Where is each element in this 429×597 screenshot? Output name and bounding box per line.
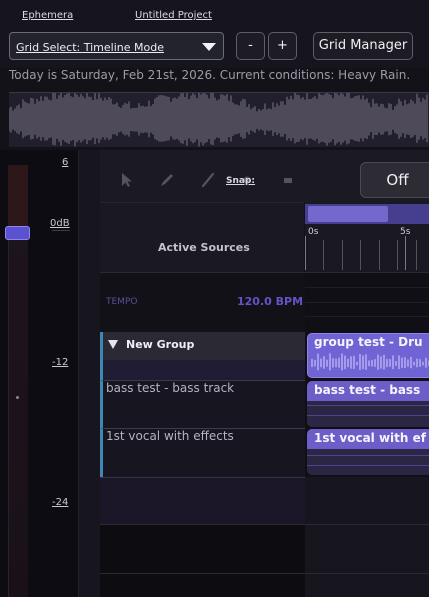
- loop-region-handle[interactable]: [308, 206, 388, 222]
- clip-line: [307, 455, 429, 456]
- tempo-value[interactable]: 120.0 BPM: [237, 295, 303, 308]
- track-clip-title: bass test - bass: [314, 383, 421, 397]
- empty-lane[interactable]: [305, 477, 429, 597]
- meter-label-6: 6: [62, 157, 69, 168]
- empty-track-row[interactable]: [100, 524, 305, 573]
- line-icon[interactable]: [199, 171, 217, 189]
- ruler-tick: [397, 240, 398, 270]
- group-subrow: [100, 360, 305, 380]
- meter-label-12: -12: [52, 357, 69, 368]
- chevron-down-icon: [202, 43, 216, 51]
- zoom-out-button[interactable]: -: [236, 32, 265, 60]
- lane-divider: [305, 573, 429, 574]
- tempo-gridline: [305, 316, 429, 317]
- group-name: New Group: [126, 338, 195, 351]
- level-meter-peak: [8, 165, 28, 233]
- ruler-tick: [379, 240, 380, 270]
- conditions-text: Today is Saturday, Feb 21st, 2026. Curre…: [9, 68, 411, 82]
- lane-divider: [305, 524, 429, 525]
- collapse-triangle-icon[interactable]: [108, 340, 118, 349]
- ruler-tick: [305, 236, 306, 270]
- volume-fader-handle[interactable]: [5, 226, 30, 240]
- ruler-tick: [323, 240, 324, 270]
- ruler-label-0s: 0s: [308, 227, 319, 237]
- snap-toggle-button[interactable]: Off: [360, 162, 429, 198]
- vertical-scroll-column[interactable]: [78, 150, 100, 597]
- track-name: bass test - bass track: [106, 381, 235, 395]
- meter-dot: [16, 396, 19, 399]
- tempo-gridline: [305, 287, 429, 288]
- clip-line: [307, 405, 429, 406]
- track-clip-title: 1st vocal with ef: [314, 431, 426, 445]
- clip-line: [307, 415, 429, 416]
- empty-track-row[interactable]: [100, 477, 305, 524]
- erase-icon[interactable]: [279, 171, 297, 189]
- active-sources-label: Active Sources: [158, 241, 250, 254]
- grid-manager-button[interactable]: Grid Manager: [313, 32, 413, 60]
- track-name: 1st vocal with effects: [106, 429, 234, 443]
- grid-select-value: Grid Select: Timeline Mode: [16, 41, 164, 54]
- meter-label-0db: 0dB: [50, 218, 70, 229]
- zoom-in-button[interactable]: +: [268, 32, 297, 60]
- controls-bar: Grid Select: Timeline Mode - + Grid Mana…: [0, 28, 429, 68]
- pointer-icon[interactable]: [118, 171, 136, 189]
- ruler-tick: [416, 240, 417, 270]
- empty-track-row[interactable]: [100, 573, 305, 597]
- ruler-tick: [360, 240, 361, 270]
- meter-tick: [52, 230, 70, 231]
- sources-header: [100, 202, 304, 272]
- pencil-icon[interactable]: [158, 171, 176, 189]
- meter-label-24: -24: [52, 497, 69, 508]
- tempo-gridline: [305, 302, 429, 303]
- waveform-graphic: [8, 89, 428, 147]
- ruler-tick: [342, 240, 343, 270]
- waveform-overview[interactable]: [8, 89, 429, 147]
- snap-label: Snap:: [226, 176, 256, 186]
- clip-line: [307, 465, 429, 466]
- project-link[interactable]: Untitled Project: [135, 10, 212, 21]
- group-clip-title: group test - Dru: [314, 335, 423, 349]
- ruler-tick: [405, 236, 406, 270]
- grid-select[interactable]: Grid Select: Timeline Mode: [9, 32, 224, 60]
- app-link[interactable]: Ephemera: [22, 10, 73, 21]
- tempo-label: TEMPO: [106, 297, 138, 307]
